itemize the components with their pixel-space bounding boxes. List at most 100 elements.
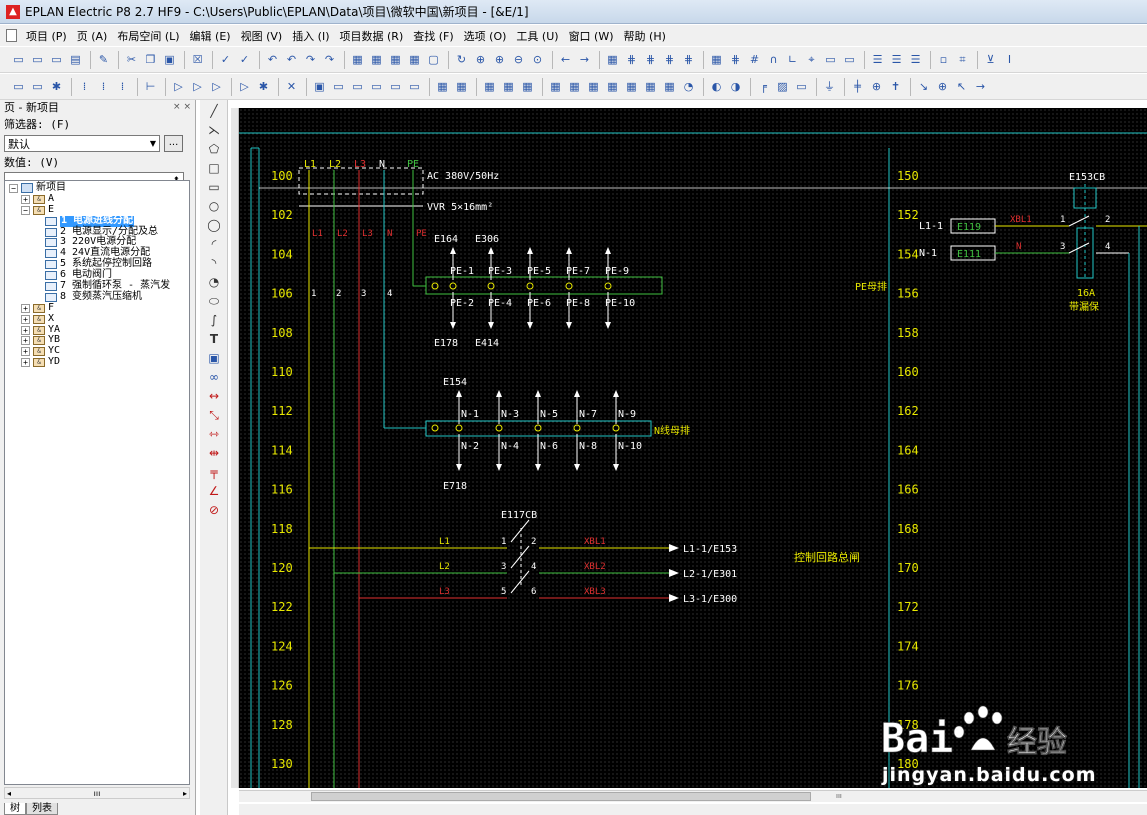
check-icon[interactable]: ✓ [217, 51, 234, 68]
grid-b-icon[interactable]: ⋕ [623, 51, 640, 68]
symbol-d-icon[interactable]: ▭ [368, 78, 385, 95]
expand-icon[interactable]: + [21, 194, 30, 204]
snap-grid-icon[interactable]: ▦ [708, 51, 725, 68]
terminal-d-icon[interactable]: ▦ [604, 78, 621, 95]
list-c-icon[interactable]: ☰ [907, 51, 924, 68]
undo-icon[interactable]: ↶ [264, 51, 281, 68]
list-a-icon[interactable]: ☰ [869, 51, 886, 68]
connection-c-icon[interactable]: ▷ [189, 78, 206, 95]
dimension-chain-icon[interactable]: ⇿ [203, 425, 225, 442]
cable-a-icon[interactable]: ╒ [755, 78, 772, 95]
menu-edit[interactable]: 编辑 (E) [185, 28, 236, 44]
terminal-g-icon[interactable]: ▦ [661, 78, 678, 95]
arc-center-icon[interactable]: ◝ [203, 254, 225, 271]
line-icon[interactable]: ╱ [203, 102, 225, 119]
circle-icon[interactable]: ○ [203, 197, 225, 214]
undo-list-icon[interactable]: ↶ [283, 51, 300, 68]
page-prev-icon[interactable]: ▭ [10, 78, 27, 95]
grid-d-icon[interactable]: ⋕ [661, 51, 678, 68]
terminal-b-icon[interactable]: ▦ [566, 78, 583, 95]
dimension-linear-icon[interactable]: ↔ [203, 387, 225, 404]
numbering-a-icon[interactable]: ⁞ [76, 78, 93, 95]
circle-3pt-icon[interactable]: ◯ [203, 216, 225, 233]
terminal-f-icon[interactable]: ▦ [642, 78, 659, 95]
schematic-canvas[interactable]: 100 102 104 106 108 110 112 114 116 118 120 122 124 1… [239, 108, 1147, 788]
insert-device-icon[interactable]: ▷ [236, 78, 253, 95]
breaker-e117cb[interactable] [510, 519, 530, 594]
net-b-icon[interactable]: ⊕ [868, 78, 885, 95]
symbol-b-icon[interactable]: ▭ [330, 78, 347, 95]
expand-icon[interactable]: + [21, 325, 30, 335]
pe-busbar[interactable] [425, 276, 663, 295]
menu-insert[interactable]: 插入 (I) [287, 28, 334, 44]
menu-page[interactable]: 页 (A) [72, 28, 113, 44]
hyperlink-icon[interactable]: ∞ [203, 368, 225, 385]
hammer-icon[interactable]: ✎ [95, 51, 112, 68]
corner-d-icon[interactable]: → [972, 78, 989, 95]
check-all-icon[interactable]: ✓ [236, 51, 253, 68]
expand-icon[interactable]: + [21, 314, 30, 324]
symbol-f-icon[interactable]: ▭ [406, 78, 423, 95]
window-e-icon[interactable]: ▢ [425, 51, 442, 68]
window-a-icon[interactable]: ▦ [349, 51, 366, 68]
tree-node-ya[interactable]: + & YA [5, 324, 189, 336]
scroll-right-icon[interactable]: ▸ [183, 789, 187, 798]
plc-b-icon[interactable]: ▦ [500, 78, 517, 95]
cable-b-icon[interactable]: ▨ [774, 78, 791, 95]
refresh-icon[interactable]: ↻ [453, 51, 470, 68]
plc-c-icon[interactable]: ▦ [519, 78, 536, 95]
redo-list-icon[interactable]: ↷ [321, 51, 338, 68]
dimension-aligned-icon[interactable]: ⤡ [203, 406, 225, 423]
tree-node-yd[interactable]: + & YD [5, 356, 189, 368]
menu-layout-space[interactable]: 布局空间 (L) [112, 28, 184, 44]
terminal-e-icon[interactable]: ▦ [623, 78, 640, 95]
connection-d-icon[interactable]: ▷ [208, 78, 225, 95]
box-icon[interactable]: ▫ [935, 51, 952, 68]
device-icon[interactable]: ✱ [48, 78, 65, 95]
ellipse-icon[interactable]: ⬭ [203, 292, 225, 309]
expand-icon[interactable]: + [21, 358, 30, 368]
zoom-in-icon[interactable]: ⊕ [491, 51, 508, 68]
tab-list[interactable]: 列表 [26, 803, 58, 815]
snap-object-icon[interactable]: ⋕ [727, 51, 744, 68]
layer-icon[interactable]: ▭ [822, 51, 839, 68]
dimension-radius-icon[interactable]: ⊘ [203, 501, 225, 518]
magnet-icon[interactable]: ∩ [765, 51, 782, 68]
redo-icon[interactable]: ↷ [302, 51, 319, 68]
target-ref-3[interactable]: L3-1/E300 [683, 594, 737, 605]
window-b-icon[interactable]: ▦ [368, 51, 385, 68]
zoom-all-icon[interactable]: ⊙ [529, 51, 546, 68]
plc-a-icon[interactable]: ▦ [481, 78, 498, 95]
cart-icon[interactable]: ⊻ [982, 51, 999, 68]
symbol-c-icon[interactable]: ▭ [349, 78, 366, 95]
numbering-b-icon[interactable]: ⁞ [95, 78, 112, 95]
arc-icon[interactable]: ◜ [203, 235, 225, 252]
page-next-icon[interactable]: ▭ [29, 78, 46, 95]
potential-icon[interactable]: ⏚ [821, 78, 838, 95]
terminal-h-icon[interactable]: ◔ [680, 78, 697, 95]
corner-c-icon[interactable]: ↖ [953, 78, 970, 95]
text-icon[interactable]: T [203, 330, 225, 347]
filter-select[interactable]: 默认 ▼ [4, 135, 160, 152]
close-project-icon[interactable]: ▭ [48, 51, 65, 68]
target-ref-1[interactable]: L1-1/E153 [683, 544, 737, 555]
insert-point-icon[interactable]: ⌖ [803, 51, 820, 68]
dimension-increment-icon[interactable]: ╤ [203, 463, 225, 480]
sector-icon[interactable]: ◔ [203, 273, 225, 290]
net-c-icon[interactable]: ✝ [887, 78, 904, 95]
forward-icon[interactable]: → [576, 51, 593, 68]
tree-node-f[interactable]: + & F [5, 302, 189, 314]
scroll-left-icon[interactable]: ◂ [7, 789, 11, 798]
menu-options[interactable]: 选项 (O) [459, 28, 512, 44]
menu-view[interactable]: 视图 (V) [236, 28, 288, 44]
numbering-c-icon[interactable]: ⁞ [114, 78, 131, 95]
window-d-icon[interactable]: ▦ [406, 51, 423, 68]
tree-root[interactable]: − 新项目 [5, 182, 189, 194]
print-icon[interactable]: ▤ [67, 51, 84, 68]
expand-icon[interactable]: + [21, 303, 30, 313]
menu-help[interactable]: 帮助 (H) [619, 28, 671, 44]
dimension-angle-icon[interactable]: ∠ [203, 482, 225, 499]
expand-icon[interactable]: + [21, 336, 30, 346]
tree-node-x[interactable]: + & X [5, 313, 189, 325]
frame-icon[interactable]: ⌗ [954, 51, 971, 68]
